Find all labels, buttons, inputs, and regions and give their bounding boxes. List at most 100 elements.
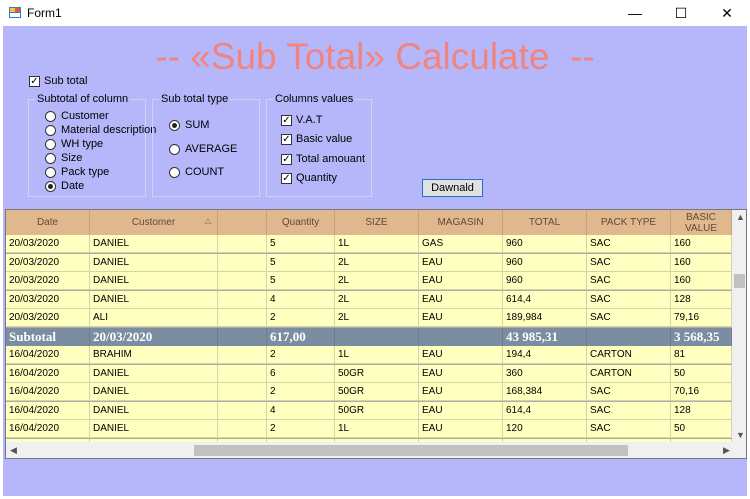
subtotal-cell[interactable]: 3 568,35: [671, 327, 732, 347]
grid-cell[interactable]: 16/04/2020: [6, 383, 90, 401]
grid-cell[interactable]: DANIEL: [90, 364, 218, 383]
radio-wh-type[interactable]: WH type: [45, 138, 103, 150]
subtotal-cell[interactable]: [419, 327, 503, 347]
grid-cell[interactable]: 160: [671, 253, 732, 272]
grid-cell[interactable]: EAU: [419, 346, 503, 364]
grid-cell[interactable]: SAC: [587, 272, 671, 290]
grid-cell[interactable]: 16/04/2020: [6, 420, 90, 438]
checkbox-basic-value[interactable]: ✓ Basic value: [281, 133, 352, 145]
grid-cell[interactable]: 2L: [335, 290, 419, 309]
grid-cell[interactable]: CARTON: [587, 364, 671, 383]
grid-cell[interactable]: 20/03/2020: [6, 253, 90, 272]
grid-cell[interactable]: [218, 272, 267, 290]
radio-size[interactable]: Size: [45, 152, 82, 164]
vertical-scroll-thumb[interactable]: [734, 274, 745, 288]
grid-cell[interactable]: SAC: [587, 420, 671, 438]
subtotal-cell[interactable]: [335, 327, 419, 347]
grid-cell[interactable]: DANIEL: [90, 290, 218, 309]
grid-cell[interactable]: DANIEL: [90, 253, 218, 272]
grid-cell[interactable]: 120: [503, 420, 587, 438]
grid-cell[interactable]: [218, 346, 267, 364]
grid-cell[interactable]: 168,384: [503, 383, 587, 401]
radio-date[interactable]: Date: [45, 180, 84, 192]
grid-cell[interactable]: EAU: [419, 253, 503, 272]
grid-cell[interactable]: 160: [671, 272, 732, 290]
grid-cell[interactable]: 20/03/2020: [6, 290, 90, 309]
grid-cell[interactable]: EAU: [419, 364, 503, 383]
grid-cell[interactable]: 70,16: [671, 383, 732, 401]
column-header-pack-type[interactable]: PACK TYPE: [587, 210, 671, 235]
grid-cell[interactable]: [218, 420, 267, 438]
grid-cell[interactable]: 16/04/2020: [6, 364, 90, 383]
grid-cell[interactable]: 81: [671, 346, 732, 364]
radio-customer[interactable]: Customer: [45, 110, 109, 122]
grid-cell[interactable]: 20/03/2020: [6, 272, 90, 290]
grid-cell[interactable]: 79,16: [671, 309, 732, 327]
grid-cell[interactable]: 128: [671, 290, 732, 309]
scroll-right-icon[interactable]: ▶: [723, 445, 730, 456]
grid-cell[interactable]: CARTON: [587, 346, 671, 364]
grid-cell[interactable]: 5: [267, 272, 335, 290]
column-header-blank[interactable]: [218, 210, 267, 235]
grid-cell[interactable]: 614,4: [503, 401, 587, 420]
vertical-scrollbar[interactable]: ▲ ▼: [732, 210, 746, 442]
column-header-total[interactable]: TOTAL: [503, 210, 587, 235]
grid-cell[interactable]: DANIEL: [90, 383, 218, 401]
horizontal-scroll-thumb[interactable]: [194, 445, 628, 456]
grid-cell[interactable]: [218, 290, 267, 309]
grid-cell[interactable]: EAU: [419, 272, 503, 290]
grid-cell[interactable]: SAC: [587, 235, 671, 253]
grid-cell[interactable]: 16/04/2020: [6, 346, 90, 364]
grid-cell[interactable]: ALI: [90, 309, 218, 327]
minimize-button[interactable]: —: [612, 0, 658, 26]
horizontal-scrollbar[interactable]: ◀ ▶: [6, 442, 746, 458]
grid-cell[interactable]: 2: [267, 420, 335, 438]
grid-cell[interactable]: [218, 383, 267, 401]
grid-cell[interactable]: 50GR: [335, 401, 419, 420]
subtotal-cell[interactable]: Subtotal: [6, 327, 90, 347]
subtotal-checkbox[interactable]: ✓ Sub total: [29, 75, 87, 87]
grid-cell[interactable]: 194,4: [503, 346, 587, 364]
radio-pack-type[interactable]: Pack type: [45, 166, 109, 178]
grid-cell[interactable]: 20/03/2020: [6, 309, 90, 327]
grid-cell[interactable]: [218, 364, 267, 383]
grid-cell[interactable]: 128: [671, 401, 732, 420]
grid-cell[interactable]: 189,984: [503, 309, 587, 327]
grid-cell[interactable]: EAU: [419, 420, 503, 438]
download-button[interactable]: Dawnald: [422, 179, 483, 197]
grid-cell[interactable]: SAC: [587, 383, 671, 401]
grid-cell[interactable]: GAS: [419, 235, 503, 253]
grid-cell[interactable]: DANIEL: [90, 420, 218, 438]
grid-cell[interactable]: 16/04/2020: [6, 401, 90, 420]
checkbox-total-amount[interactable]: ✓ Total amouant: [281, 153, 365, 165]
grid-cell[interactable]: 960: [503, 235, 587, 253]
grid-cell[interactable]: 960: [503, 272, 587, 290]
grid-cell[interactable]: [218, 401, 267, 420]
grid-cell[interactable]: 5: [267, 253, 335, 272]
grid-cell[interactable]: EAU: [419, 383, 503, 401]
grid-cell[interactable]: SAC: [587, 290, 671, 309]
grid-cell[interactable]: DANIEL: [90, 401, 218, 420]
grid-cell[interactable]: 1L: [335, 235, 419, 253]
grid-cell[interactable]: 20/03/2020: [6, 235, 90, 253]
grid-cell[interactable]: EAU: [419, 401, 503, 420]
grid-cell[interactable]: 360: [503, 364, 587, 383]
subtotal-cell[interactable]: 20/03/2020: [90, 327, 218, 347]
grid-cell[interactable]: 2L: [335, 253, 419, 272]
radio-average[interactable]: AVERAGE: [169, 143, 237, 155]
grid-cell[interactable]: [218, 309, 267, 327]
grid-cell[interactable]: DANIEL: [90, 235, 218, 253]
grid-cell[interactable]: EAU: [419, 290, 503, 309]
grid-cell[interactable]: SAC: [587, 401, 671, 420]
grid-cell[interactable]: 4: [267, 290, 335, 309]
column-header-customer[interactable]: Customer △: [90, 210, 218, 235]
grid-cell[interactable]: BRAHIM: [90, 346, 218, 364]
grid-cell[interactable]: 50GR: [335, 383, 419, 401]
grid-cell[interactable]: 50: [671, 420, 732, 438]
maximize-button[interactable]: ☐: [658, 0, 704, 26]
column-header-date[interactable]: Date: [6, 210, 90, 235]
grid-cell[interactable]: 614,4: [503, 290, 587, 309]
scroll-up-icon[interactable]: ▲: [736, 212, 745, 222]
grid-cell[interactable]: EAU: [419, 309, 503, 327]
grid-cell[interactable]: 1L: [335, 420, 419, 438]
